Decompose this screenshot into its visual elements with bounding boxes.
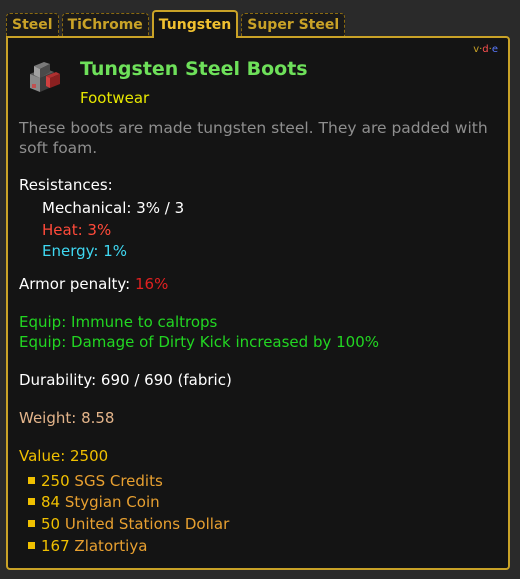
resistance-energy: Energy: 1% bbox=[42, 242, 128, 260]
tab-steel[interactable]: Steel bbox=[6, 13, 59, 36]
currency-name[interactable]: Zlatortiya bbox=[74, 537, 147, 555]
armor-penalty-value: 16% bbox=[135, 275, 169, 293]
durability: Durability: 690 / 690 (fabric) bbox=[19, 371, 232, 389]
equip-text: Damage of Dirty Kick increased by 100% bbox=[71, 333, 379, 351]
bullet-icon bbox=[28, 498, 35, 505]
currency-item: 84 Stygian Coin bbox=[28, 492, 160, 512]
tab-bar: Steel TiChrome Tungsten Super Steel bbox=[6, 9, 348, 38]
armor-penalty-label: Armor penalty: bbox=[19, 275, 131, 293]
bullet-icon bbox=[28, 477, 35, 484]
currency-item: 50 United Stations Dollar bbox=[28, 514, 229, 534]
currency-name[interactable]: Stygian Coin bbox=[65, 493, 160, 511]
weight: Weight: 8.58 bbox=[19, 409, 115, 427]
item-tooltip-panel: v·d·e Tungsten Steel Boots Footwear Thes… bbox=[6, 36, 510, 570]
item-slot: Footwear bbox=[80, 89, 150, 107]
item-name: Tungsten Steel Boots bbox=[80, 58, 308, 80]
edit-link[interactable]: e bbox=[492, 44, 498, 55]
resistances-heading: Resistances: bbox=[19, 176, 113, 194]
currency-name[interactable]: SGS Credits bbox=[74, 472, 162, 490]
item-description: These boots are made tungsten steel. The… bbox=[19, 119, 488, 157]
equip-label: Equip: bbox=[19, 313, 67, 331]
armor-penalty: Armor penalty: 16% bbox=[19, 274, 168, 294]
resistance-heat: Heat: 3% bbox=[42, 221, 112, 239]
currency-amount: 50 bbox=[41, 515, 61, 533]
tab-tichrome[interactable]: TiChrome bbox=[61, 13, 149, 36]
resistance-mechanical: Mechanical: 3% / 3 bbox=[42, 199, 185, 217]
boots-icon bbox=[24, 56, 64, 96]
currency-item: 167 Zlatortiya bbox=[28, 536, 147, 556]
currency-name[interactable]: United Stations Dollar bbox=[65, 515, 229, 533]
currency-amount: 84 bbox=[41, 493, 61, 511]
currency-amount: 167 bbox=[41, 537, 70, 555]
equip-label: Equip: bbox=[19, 333, 67, 351]
currency-item: 250 SGS Credits bbox=[28, 471, 163, 491]
navbox-links: v·d·e bbox=[473, 44, 498, 55]
tab-tungsten[interactable]: Tungsten bbox=[151, 10, 239, 38]
equip-effect: Equip: Damage of Dirty Kick increased by… bbox=[19, 332, 379, 352]
currency-amount: 250 bbox=[41, 472, 70, 490]
equip-text: Immune to caltrops bbox=[71, 313, 218, 331]
tab-super-steel[interactable]: Super Steel bbox=[241, 13, 346, 36]
equip-effect: Equip: Immune to caltrops bbox=[19, 312, 217, 332]
bullet-icon bbox=[28, 520, 35, 527]
bullet-icon bbox=[28, 542, 35, 549]
value-total: Value: 2500 bbox=[19, 447, 109, 465]
